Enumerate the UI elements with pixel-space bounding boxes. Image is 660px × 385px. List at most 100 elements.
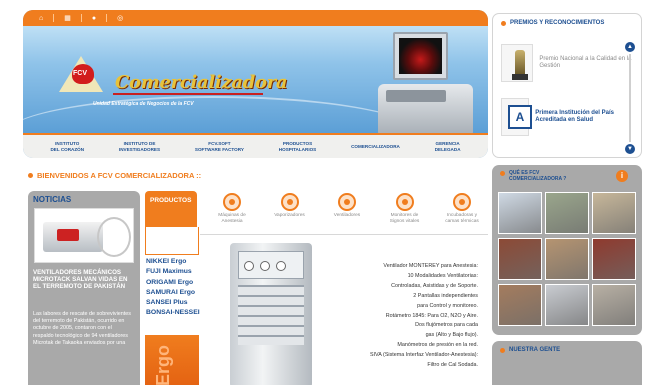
ergo-promo[interactable]: Ergo bbox=[145, 335, 199, 385]
category-label: Vaporizadores bbox=[274, 213, 305, 218]
scroll-track bbox=[629, 54, 631, 142]
brand-underline bbox=[113, 93, 263, 95]
photo-gallery bbox=[498, 192, 636, 326]
nav-instituto-de-investigadores[interactable]: INSTITUTO DE INVESTIGADORES bbox=[119, 141, 160, 153]
gauge-icon bbox=[276, 261, 286, 271]
gallery-thumbnail[interactable] bbox=[545, 284, 589, 326]
description-line: Ventilador MONTEREY para Anestesia: bbox=[383, 263, 478, 269]
anesthesia-machine-image[interactable] bbox=[222, 243, 320, 385]
gallery-thumbnail[interactable] bbox=[498, 238, 542, 280]
category-label: Monitores de Signos vitales bbox=[389, 213, 420, 224]
nav-productos-hospitalarios[interactable]: PRODUCTOS HOSPITALARIOS bbox=[279, 141, 316, 153]
description-line: gas (Alto y Bajo flujo). bbox=[425, 332, 478, 339]
ultrasound-machine-image bbox=[378, 84, 473, 134]
product-link[interactable]: ORIGAMI Ergo bbox=[146, 278, 200, 288]
category-vaporizadores[interactable]: Vaporizadores bbox=[264, 193, 316, 233]
divider bbox=[80, 14, 82, 22]
anesthesia-icon bbox=[223, 193, 241, 211]
globe-icon[interactable]: ◎ bbox=[117, 15, 123, 22]
category-bar: Máquinas de Anestesia Vaporizadores Venti… bbox=[206, 193, 488, 233]
ventilator-image[interactable] bbox=[34, 208, 134, 263]
accreditation-badge-image: A bbox=[501, 98, 532, 136]
category-anestesia[interactable]: Máquinas de Anestesia bbox=[206, 193, 258, 233]
divider bbox=[53, 14, 55, 22]
category-label: Máquinas de Anestesia bbox=[218, 213, 246, 224]
people-icon[interactable]: ● bbox=[92, 15, 96, 22]
product-description: Ventilador MONTEREY para Anestesia: 10 Mo… bbox=[330, 262, 478, 371]
que-es-panel: QUÉ ES FCV COMERCIALIZADORA ? i bbox=[492, 165, 642, 335]
scroll-up-icon[interactable]: ▲ bbox=[625, 42, 635, 52]
product-link[interactable]: SAMURAI Ergo bbox=[146, 288, 200, 298]
scroll-down-icon[interactable]: ▼ bbox=[625, 144, 635, 154]
gallery-thumbnail[interactable] bbox=[592, 192, 636, 234]
main-nav: INSTITUTO DEL CORAZÓN INSTITUTO DE INVESTI… bbox=[23, 133, 488, 158]
award-text: Premio Nacional a la Calidad en la Gesti… bbox=[539, 56, 632, 69]
news-headline[interactable]: VENTILADORES MECÁNICOS MICROTACK SALVAN … bbox=[33, 269, 137, 290]
tab-label: PRODUCTOS bbox=[150, 197, 192, 204]
home-icon[interactable]: ⌂ bbox=[39, 15, 43, 22]
product-link[interactable]: FUJI Maximus bbox=[146, 267, 200, 277]
ultrasound-monitor-image bbox=[393, 32, 448, 80]
award-item[interactable]: A Primera Institución del País Acreditad… bbox=[501, 94, 636, 140]
awards-panel: PREMIOS Y RECONOCIMIENTOS Premio Naciona… bbox=[492, 13, 642, 158]
nuestra-gente-title: NUESTRA GENTE bbox=[500, 347, 560, 353]
product-list: NIKKEI Ergo FUJI Maximus ORIGAMI Ergo SA… bbox=[146, 257, 200, 319]
gallery-thumbnail[interactable] bbox=[592, 238, 636, 280]
gallery-thumbnail[interactable] bbox=[498, 192, 542, 234]
nav-gerencia-delegada[interactable]: GERENCIA DELEGADA bbox=[435, 141, 461, 153]
category-label: Incubadoras y camas térmicas bbox=[445, 213, 479, 224]
news-body: Las labores de rescate de sobrevivientes… bbox=[33, 311, 131, 346]
category-monitores[interactable]: Monitores de Signos vitales bbox=[379, 193, 431, 233]
gallery-thumbnail[interactable] bbox=[592, 284, 636, 326]
brand-name: Comercializadora bbox=[115, 72, 288, 93]
product-link[interactable]: BONSAI-NESSEI bbox=[146, 308, 200, 318]
awards-scrollbar[interactable]: ▲ ▼ bbox=[625, 42, 635, 154]
tab-productos[interactable]: PRODUCTOS bbox=[145, 191, 197, 227]
gauge-icon bbox=[244, 261, 254, 271]
device-cable bbox=[97, 217, 131, 257]
divider bbox=[200, 234, 488, 235]
site-header: ⌂ ▦ ● ◎ FCV Comercializadora Unidad Estr… bbox=[23, 10, 488, 158]
product-link[interactable]: SANSEI Plus bbox=[146, 298, 200, 308]
bullet-icon bbox=[500, 347, 505, 353]
vaporizer-icon bbox=[280, 193, 299, 211]
award-text: Primera Institución del País Acreditada … bbox=[535, 110, 614, 123]
nav-fcv-soft[interactable]: FCV.SOFT SOFTWARE FACTORY bbox=[195, 141, 244, 153]
nuestra-gente-panel: NUESTRA GENTE bbox=[492, 341, 642, 385]
nav-comercializadora[interactable]: COMERCIALIZADORA bbox=[351, 144, 400, 150]
ergo-word: Ergo bbox=[153, 345, 173, 385]
bullet-icon bbox=[500, 171, 505, 176]
building-icon[interactable]: ▦ bbox=[64, 15, 71, 22]
awards-title: PREMIOS Y RECONOCIMIENTOS bbox=[501, 20, 604, 26]
description-line: Filtro de Cal Sodada. bbox=[427, 362, 478, 369]
description-line: SIVA (Sistema Interfaz Ventilador-Aneste… bbox=[369, 352, 478, 359]
info-icon[interactable]: i bbox=[616, 170, 628, 182]
header-banner: FCV Comercializadora Unidad Estratégica … bbox=[23, 26, 488, 134]
category-ventiladores[interactable]: Ventiladores bbox=[321, 193, 373, 233]
logo-text: FCV bbox=[73, 70, 87, 77]
gallery-thumbnail[interactable] bbox=[498, 284, 542, 326]
nav-instituto-del-corazon[interactable]: INSTITUTO DEL CORAZÓN bbox=[50, 141, 84, 153]
news-title: NOTICIAS bbox=[33, 195, 72, 204]
award-item[interactable]: Premio Nacional a la Calidad en la Gesti… bbox=[501, 40, 636, 86]
que-es-title: QUÉ ES FCV COMERCIALIZADORA ? bbox=[500, 170, 566, 182]
category-incubadoras[interactable]: Incubadoras y camas térmicas bbox=[436, 193, 488, 233]
divider bbox=[106, 14, 108, 22]
incubator-icon bbox=[453, 193, 471, 211]
news-panel: NOTICIAS VENTILADORES MECÁNICOS MICROTAC… bbox=[28, 191, 140, 385]
ventilator-icon bbox=[338, 193, 356, 211]
gallery-thumbnail[interactable] bbox=[545, 238, 589, 280]
device-display bbox=[57, 229, 79, 241]
description-line: 2 Pantallas independientes bbox=[413, 292, 478, 299]
brand-tagline: Unidad Estratégica de Negocios de la FCV bbox=[93, 101, 194, 107]
category-label: Ventiladores bbox=[333, 213, 361, 218]
description-line: 10 Modalidades Ventilatorias: bbox=[407, 272, 478, 279]
gauge-icon bbox=[260, 261, 270, 271]
product-link[interactable]: NIKKEI Ergo bbox=[146, 257, 200, 267]
bullet-icon bbox=[501, 20, 506, 26]
description-line: Manómetros de presión en la red. bbox=[397, 342, 478, 349]
gallery-thumbnail[interactable] bbox=[545, 192, 589, 234]
product-search-box[interactable] bbox=[145, 227, 199, 255]
top-icon-bar: ⌂ ▦ ● ◎ bbox=[23, 10, 488, 26]
bullet-icon bbox=[28, 173, 33, 178]
